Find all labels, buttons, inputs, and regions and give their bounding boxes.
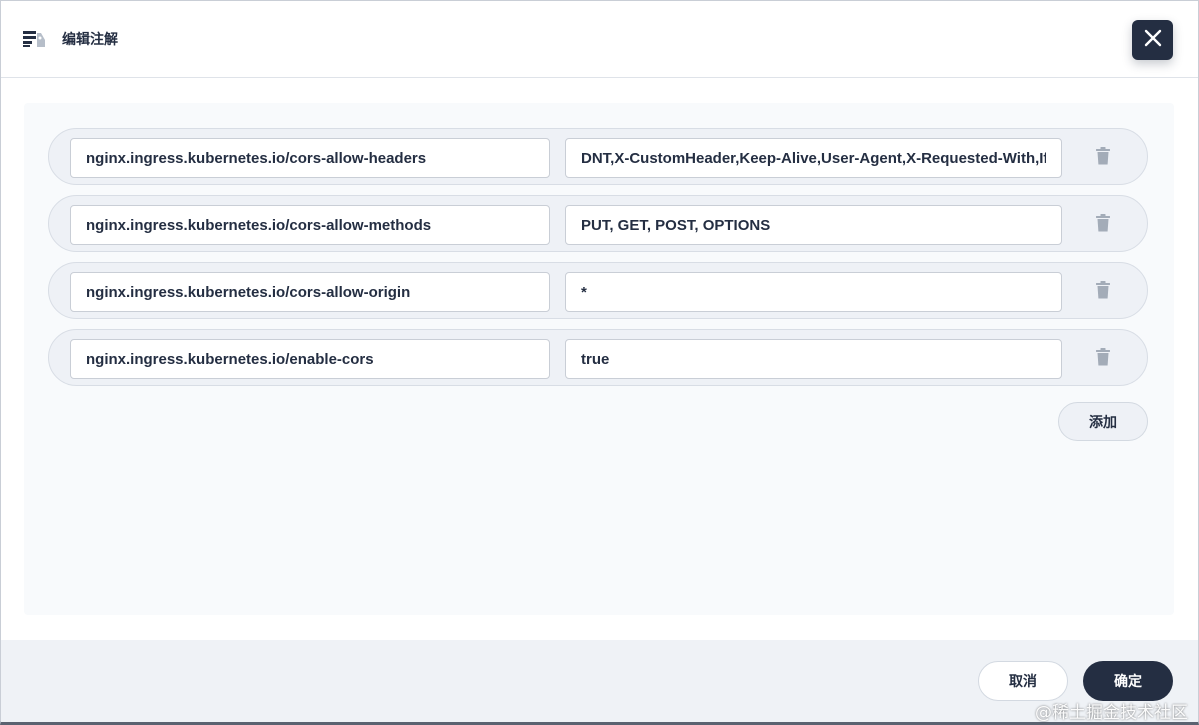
delete-row-button[interactable]	[1093, 146, 1113, 166]
annotations-panel	[24, 103, 1174, 615]
annotation-row	[48, 128, 1148, 185]
annotation-row	[48, 262, 1148, 319]
annotation-key-input[interactable]	[70, 272, 550, 312]
close-button[interactable]	[1132, 20, 1173, 60]
trash-icon	[1096, 348, 1110, 366]
delete-row-button[interactable]	[1093, 213, 1113, 233]
annotation-key-input[interactable]	[70, 138, 550, 178]
close-icon	[1143, 28, 1163, 53]
annotation-row	[48, 195, 1148, 252]
trash-icon	[1096, 214, 1110, 232]
annotation-key-input[interactable]	[70, 339, 550, 379]
delete-row-button[interactable]	[1093, 347, 1113, 367]
annotation-row	[48, 329, 1148, 386]
dialog-title: 编辑注解	[62, 31, 118, 47]
dialog-footer: 取消 确定	[1, 640, 1198, 722]
annotation-key-input[interactable]	[70, 205, 550, 245]
annotation-value-input[interactable]	[565, 205, 1062, 245]
trash-icon	[1096, 147, 1110, 165]
annotation-value-input[interactable]	[565, 339, 1062, 379]
edit-annotations-dialog: 编辑注解 nginx.ingress.kubernetes.io/cors-al…	[0, 0, 1199, 725]
trash-icon	[1096, 281, 1110, 299]
annotation-value-input[interactable]	[565, 138, 1062, 178]
delete-row-button[interactable]	[1093, 280, 1113, 300]
add-annotation-button[interactable]: 添加	[1058, 402, 1148, 441]
annotation-value-input[interactable]	[565, 272, 1062, 312]
confirm-button[interactable]: 确定	[1083, 661, 1173, 701]
dialog-header: 编辑注解	[1, 1, 1198, 78]
dialog-body	[1, 79, 1198, 639]
cancel-button[interactable]: 取消	[978, 661, 1068, 701]
annotation-icon	[23, 30, 47, 48]
